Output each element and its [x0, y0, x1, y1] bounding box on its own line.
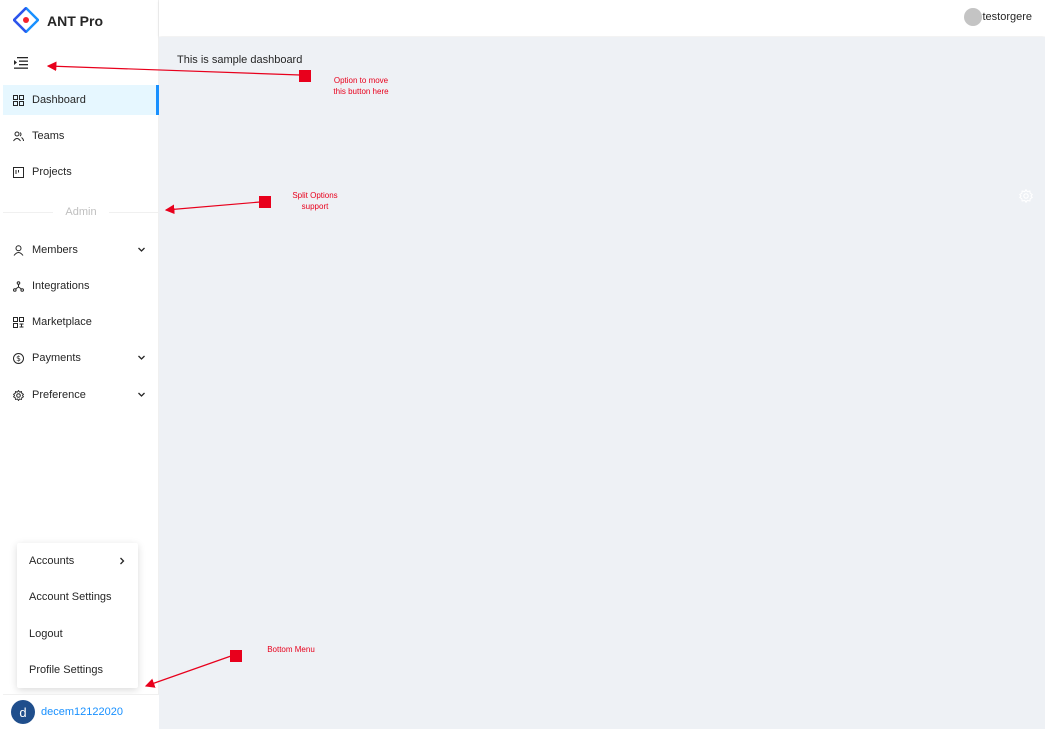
sidebar-item-label: Dashboard	[32, 94, 86, 106]
menu-item-label: Accounts	[29, 555, 75, 567]
sidebar-item-label: Members	[32, 244, 78, 256]
marketplace-icon	[13, 316, 24, 328]
header: testorgere	[159, 0, 1045, 36]
annotation-marker	[230, 650, 242, 662]
chevron-right-icon	[120, 557, 125, 565]
bottom-menu-item-account-settings[interactable]: Account Settings	[17, 582, 138, 612]
sidebar-item-dashboard[interactable]: Dashboard	[3, 85, 159, 115]
bottom-menu-item-profile-settings[interactable]: Profile Settings	[17, 655, 138, 685]
chevron-down-icon	[138, 355, 145, 360]
bottom-menu-item-logout[interactable]: Logout	[17, 619, 138, 649]
sidebar-item-marketplace[interactable]: Marketplace	[3, 307, 159, 337]
sidebar-item-members[interactable]: Members	[3, 235, 159, 265]
sidebar-item-label: Projects	[32, 166, 72, 178]
sidebar-item-label: Preference	[32, 389, 86, 401]
teams-icon	[13, 131, 24, 142]
sidebar-item-teams[interactable]: Teams	[3, 121, 159, 151]
annotation-split-options: Split Options support	[292, 191, 338, 211]
bottom-user[interactable]: d decem12122020	[3, 694, 159, 729]
menu-item-label: Profile Settings	[29, 664, 103, 676]
gear-icon	[13, 389, 24, 401]
sidebar-item-label: Integrations	[32, 280, 90, 292]
divider-label: Admin	[65, 206, 97, 218]
chevron-down-icon	[138, 247, 145, 252]
user-icon	[13, 244, 24, 256]
window-edge	[1045, 0, 1050, 729]
dashboard-icon	[13, 94, 24, 106]
page-text: This is sample dashboard	[177, 54, 303, 66]
chevron-down-icon	[138, 392, 145, 397]
sidebar-item-payments[interactable]: $ Payments	[3, 343, 159, 373]
annotation-marker	[259, 196, 271, 208]
menu-item-label: Logout	[29, 628, 63, 640]
sidebar-item-projects[interactable]: Projects	[3, 157, 159, 187]
bottom-username: decem12122020	[41, 706, 123, 718]
projects-icon	[13, 166, 24, 178]
menu-item-label: Account Settings	[29, 591, 112, 603]
logo[interactable]: ANT Pro	[12, 5, 103, 36]
svg-text:$: $	[16, 354, 21, 363]
header-user[interactable]: testorgere	[964, 8, 1032, 26]
dollar-icon: $	[13, 352, 24, 364]
bottom-menu-item-accounts[interactable]: Accounts	[17, 546, 138, 576]
sidebar-item-label: Payments	[32, 352, 81, 364]
sidebar-item-label: Marketplace	[32, 316, 92, 328]
main-content: This is sample dashboard	[159, 37, 1045, 729]
sidebar-item-integrations[interactable]: Integrations	[3, 271, 159, 301]
annotation-marker	[299, 70, 311, 82]
logo-text: ANT Pro	[47, 13, 103, 29]
header-username: testorgere	[982, 11, 1032, 23]
menu-collapse-icon[interactable]	[14, 57, 28, 69]
sidebar-item-label: Teams	[32, 130, 65, 142]
avatar	[964, 8, 983, 26]
annotation-bottom-menu: Bottom Menu	[267, 645, 315, 654]
bottom-menu: Accounts Account Settings Logout Profile…	[17, 543, 138, 688]
sidebar-item-preference[interactable]: Preference	[3, 380, 159, 410]
user-avatar: d	[11, 700, 35, 724]
ant-logo-icon	[12, 5, 40, 36]
settings-gear-icon[interactable]	[1019, 189, 1033, 203]
integrations-icon	[13, 280, 24, 292]
admin-divider: Admin	[3, 204, 159, 220]
annotation-move-button: Option to move this button here	[333, 76, 389, 96]
